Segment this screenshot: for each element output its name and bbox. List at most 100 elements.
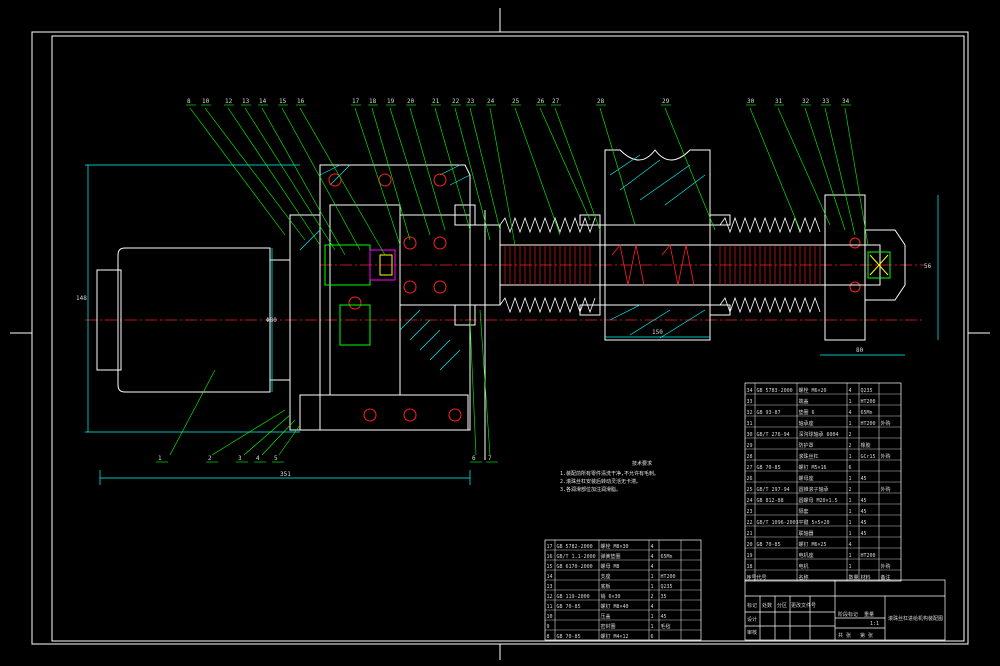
table-cell: GB/T 276-94 bbox=[757, 432, 790, 438]
table-cell: 1 bbox=[849, 454, 852, 460]
dim-end-height: 56 bbox=[924, 263, 932, 270]
tb-label-design: 设计 bbox=[747, 616, 757, 623]
table-cell: 螺母 M8 bbox=[601, 563, 620, 570]
table-cell: 4 bbox=[849, 542, 852, 548]
table-cell: 1 bbox=[651, 574, 654, 580]
table-cell: 滚珠丝杠 bbox=[799, 453, 819, 460]
table-cell: GB 70-85 bbox=[557, 604, 581, 610]
tb-label-count: 处数 bbox=[762, 602, 772, 609]
callout-number: 16 bbox=[297, 98, 305, 105]
table-cell: GB 70-85 bbox=[757, 465, 781, 471]
tb-label-review: 审核 bbox=[747, 629, 757, 636]
table-cell: 18 bbox=[747, 564, 753, 570]
tb-label-weight: 重量 bbox=[864, 611, 874, 618]
table-cell: 29 bbox=[747, 443, 753, 449]
table-cell: 1 bbox=[651, 584, 654, 590]
table-cell: 螺钉 M8×40 bbox=[601, 603, 629, 610]
table-cell: 4 bbox=[651, 554, 654, 560]
table-cell: 外购 bbox=[881, 420, 891, 427]
table-cell: 17 bbox=[547, 544, 553, 550]
table-cell: 圆锥滚子轴承 bbox=[799, 486, 829, 493]
table-cell: 2 bbox=[849, 432, 852, 438]
callout-number: 8 bbox=[187, 98, 191, 105]
callout-number: 4 bbox=[256, 455, 260, 462]
table-cell: 2 bbox=[849, 487, 852, 493]
table-cell: 34 bbox=[747, 388, 753, 394]
callout-number: 23 bbox=[467, 98, 475, 105]
table-cell: 45 bbox=[661, 614, 667, 620]
table-cell: 螺钉 M5×16 bbox=[799, 464, 827, 471]
table-cell: 外购 bbox=[881, 486, 891, 493]
table-cell: HT200 bbox=[861, 553, 876, 559]
table-cell: 螺栓 M8×30 bbox=[601, 543, 629, 550]
table-cell: 密封圈 bbox=[601, 623, 616, 630]
table-cell: GB 93-87 bbox=[757, 410, 781, 416]
callout-number: 34 bbox=[842, 98, 850, 105]
notes-line-1: 1.装配前所有零件清洗干净,不允许有毛刺。 bbox=[560, 470, 659, 477]
callout-number: 29 bbox=[662, 98, 670, 105]
tb-label-mark: 标记 bbox=[747, 602, 757, 609]
drawing-scale: 1:1 bbox=[870, 621, 879, 627]
table-cell: 9 bbox=[547, 624, 550, 630]
table-cell: Q235 bbox=[661, 584, 673, 590]
callout-number: 26 bbox=[537, 98, 545, 105]
callout-number: 20 bbox=[407, 98, 415, 105]
table-cell: 垫圈 6 bbox=[799, 409, 815, 416]
table-cell: 65Mn bbox=[661, 554, 673, 560]
drawing-title: 滚珠丝杠进给机构装配图 bbox=[888, 615, 943, 622]
table-cell: 支座 bbox=[601, 573, 611, 580]
table-cell: HT200 bbox=[861, 399, 876, 405]
table-cell: 65Mn bbox=[861, 410, 873, 416]
table-cell: GCr15 bbox=[861, 454, 876, 460]
table-cell: 1 bbox=[849, 421, 852, 427]
table-cell: 33 bbox=[747, 399, 753, 405]
dim-overall-width: 351 bbox=[280, 471, 291, 478]
table-cell: 22 bbox=[747, 520, 753, 526]
table-cell: HT200 bbox=[861, 421, 876, 427]
table-cell: 防护罩 bbox=[799, 442, 814, 449]
table-cell: 8 bbox=[547, 634, 550, 640]
table-cell: 23 bbox=[747, 509, 753, 515]
table-cell: 轴承座 bbox=[799, 420, 814, 427]
table-cell: 11 bbox=[547, 604, 553, 610]
table-cell: 1 bbox=[849, 498, 852, 504]
callout-number: 33 bbox=[822, 98, 830, 105]
table-cell: 32 bbox=[747, 410, 753, 416]
callout-number: 30 bbox=[747, 98, 755, 105]
table-cell: HT200 bbox=[661, 574, 676, 580]
table-cell: 15 bbox=[547, 564, 553, 570]
callout-number: 17 bbox=[352, 98, 360, 105]
callout-number: 6 bbox=[472, 455, 476, 462]
table-cell: 弹簧垫圈 bbox=[601, 553, 621, 560]
dim-end-width: 80 bbox=[856, 347, 864, 354]
table-cell: 毛毡 bbox=[661, 623, 671, 630]
callout-number: 31 bbox=[775, 98, 783, 105]
table-cell: GB 812-88 bbox=[757, 498, 784, 504]
table-cell: 底板 bbox=[601, 583, 611, 590]
table-cell: 4 bbox=[849, 410, 852, 416]
table-cell: 28 bbox=[747, 454, 753, 460]
table-cell: 1 bbox=[849, 520, 852, 526]
table-cell: 螺钉 M6×25 bbox=[799, 541, 827, 548]
table-cell: 45 bbox=[861, 520, 867, 526]
table-cell: 1 bbox=[849, 531, 852, 537]
table-cell: 外购 bbox=[881, 453, 891, 460]
table-cell: 19 bbox=[747, 553, 753, 559]
table-cell: Q235 bbox=[861, 388, 873, 394]
table-cell: 45 bbox=[861, 476, 867, 482]
dim-height-left: 148 bbox=[76, 295, 87, 302]
callout-number: 19 bbox=[387, 98, 395, 105]
dim-slide-width: 150 bbox=[652, 329, 663, 336]
callout-number: 25 bbox=[512, 98, 520, 105]
table-cell: 12 bbox=[547, 594, 553, 600]
callout-number: 18 bbox=[369, 98, 377, 105]
callout-number: 27 bbox=[552, 98, 560, 105]
table-cell: 21 bbox=[747, 531, 753, 537]
table-cell: 销 6×30 bbox=[601, 593, 621, 600]
table-cell: 31 bbox=[747, 421, 753, 427]
table-cell: 4 bbox=[651, 604, 654, 610]
table-cell: 45 bbox=[861, 509, 867, 515]
table-cell: 压盖 bbox=[601, 613, 611, 620]
notes-line-2: 2.滚珠丝杠安装后转动灵活无卡滞。 bbox=[560, 478, 641, 485]
callout-number: 7 bbox=[488, 455, 492, 462]
